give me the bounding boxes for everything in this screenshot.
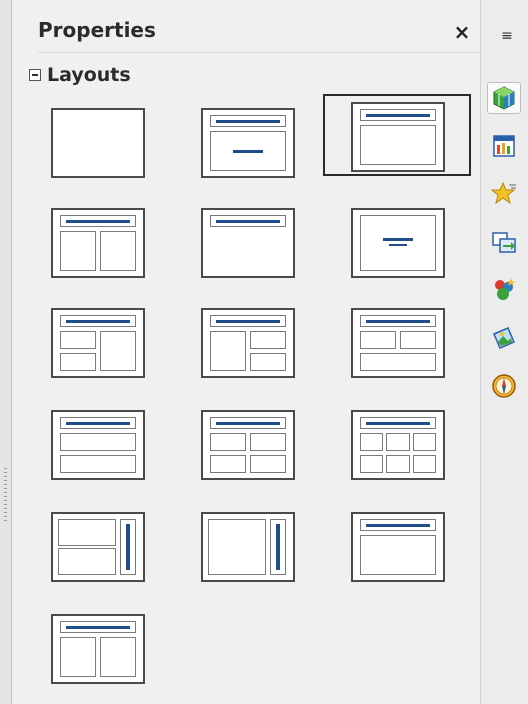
panel-title: Properties bbox=[38, 18, 156, 42]
layout-title-2-content-over-content[interactable] bbox=[323, 298, 471, 380]
layout-title-slide[interactable] bbox=[173, 98, 321, 180]
layout-thumbnail bbox=[201, 410, 295, 480]
layout-thumbnail bbox=[201, 108, 295, 178]
layout-title-content-and-2-content[interactable] bbox=[173, 298, 321, 380]
tab-slide-transition[interactable] bbox=[487, 226, 521, 258]
resize-grip[interactable] bbox=[4, 468, 7, 524]
slide-transition-icon bbox=[492, 232, 516, 253]
collapse-icon[interactable] bbox=[29, 69, 41, 81]
layout-vertical-title-vertical-text[interactable] bbox=[23, 502, 171, 584]
layout-centered-text[interactable] bbox=[323, 198, 471, 280]
layout-thumbnail bbox=[51, 308, 145, 378]
layout-thumbnail bbox=[351, 512, 445, 582]
layout-thumbnail bbox=[51, 512, 145, 582]
title-separator bbox=[38, 52, 480, 53]
custom-animation-icon bbox=[491, 181, 516, 205]
close-button[interactable]: × bbox=[452, 22, 472, 42]
layout-title-content-over-content[interactable] bbox=[23, 400, 171, 482]
layout-thumbnail bbox=[201, 208, 295, 278]
properties-panel: Properties × Layouts bbox=[12, 0, 480, 704]
sidebar-tab-bar: ≡ bbox=[480, 0, 528, 704]
layout-thumbnail bbox=[51, 208, 145, 278]
layout-title-only[interactable] bbox=[173, 198, 321, 280]
layout-thumbnail bbox=[351, 208, 445, 278]
layout-blank-slide[interactable] bbox=[23, 98, 171, 180]
layout-thumbnail bbox=[351, 102, 445, 172]
tab-navigator[interactable] bbox=[487, 370, 521, 402]
layout-title-2-content-and-content[interactable] bbox=[23, 298, 171, 380]
layout-title-2-content[interactable] bbox=[23, 198, 171, 280]
section-title: Layouts bbox=[47, 64, 131, 86]
layout-thumbnail bbox=[351, 308, 445, 378]
layout-title-4-content[interactable] bbox=[173, 400, 321, 482]
left-edge bbox=[0, 0, 12, 704]
layout-title-vertical-text[interactable] bbox=[323, 502, 471, 584]
tab-custom-animation[interactable] bbox=[487, 178, 521, 210]
gallery-icon bbox=[493, 327, 515, 349]
layout-vertical-title-text-chart[interactable] bbox=[173, 502, 321, 584]
layout-title-content[interactable] bbox=[323, 94, 471, 176]
layout-thumbnail bbox=[51, 410, 145, 480]
layout-thumbnail bbox=[51, 614, 145, 684]
tab-gallery[interactable] bbox=[487, 322, 521, 354]
master-slides-icon bbox=[493, 135, 515, 157]
layouts-section-header[interactable]: Layouts bbox=[29, 64, 131, 86]
layout-thumbnail bbox=[201, 308, 295, 378]
tab-styles[interactable] bbox=[487, 274, 521, 306]
layout-thumbnail bbox=[51, 108, 145, 178]
sidebar-menu-icon[interactable]: ≡ bbox=[499, 28, 515, 44]
layout-title-6-content[interactable] bbox=[323, 400, 471, 482]
layout-title-vertical-text-clipart[interactable] bbox=[23, 604, 171, 686]
styles-icon bbox=[495, 278, 515, 300]
layout-thumbnail bbox=[351, 410, 445, 480]
navigator-icon bbox=[492, 374, 516, 398]
tab-properties[interactable] bbox=[487, 82, 521, 114]
tab-master-slides[interactable] bbox=[487, 130, 521, 162]
layout-thumbnail bbox=[201, 512, 295, 582]
properties-icon bbox=[493, 86, 515, 110]
